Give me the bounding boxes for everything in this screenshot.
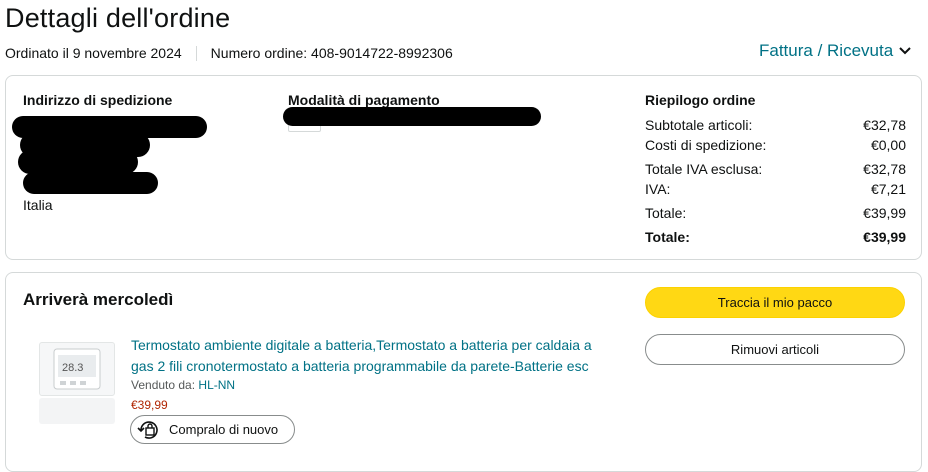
summary-total-row: Totale: €39,99 xyxy=(645,229,906,245)
summary-value: €32,78 xyxy=(863,117,906,133)
invoice-link-label[interactable]: Fattura / Ricevuta xyxy=(759,41,893,61)
payment-heading: Modalità di pagamento xyxy=(288,92,440,108)
product-image-secondary xyxy=(39,398,115,424)
track-package-button[interactable]: Traccia il mio pacco xyxy=(645,287,905,318)
summary-heading: Riepilogo ordine xyxy=(645,92,756,108)
product-price: €39,99 xyxy=(131,398,168,412)
thermostat-icon: 28.3 xyxy=(53,348,101,390)
page-title: Dettagli dell'ordine xyxy=(5,3,231,33)
summary-value: €0,00 xyxy=(870,137,906,153)
buy-again-label[interactable]: Compralo di nuovo xyxy=(169,422,278,437)
summary-label: Subtotale articoli: xyxy=(645,117,753,133)
invoice-link[interactable]: Fattura / Ricevuta xyxy=(759,41,911,61)
summary-label: Totale: xyxy=(645,205,687,221)
order-meta: Ordinato il 9 novembre 2024 Numero ordin… xyxy=(5,45,453,61)
shipping-country: Italia xyxy=(23,197,53,213)
redacted-address-line xyxy=(23,172,158,194)
summary-row: Costi di spedizione: €0,00 xyxy=(645,137,906,153)
chevron-down-icon[interactable] xyxy=(899,47,911,55)
seller-link[interactable]: HL-NN xyxy=(198,378,235,392)
buy-again-button[interactable]: Compralo di nuovo xyxy=(130,415,295,444)
product-title-link[interactable]: Termostato ambiente digitale a batteria,… xyxy=(131,335,616,377)
buy-again-icon xyxy=(137,420,158,439)
order-date: Ordinato il 9 novembre 2024 xyxy=(5,45,182,61)
divider xyxy=(195,45,197,61)
remove-items-button[interactable]: Rimuovi articoli xyxy=(645,334,905,365)
redacted-address-line xyxy=(18,150,138,174)
summary-value: €39,99 xyxy=(863,205,906,221)
shipping-heading: Indirizzo di spedizione xyxy=(23,92,173,108)
summary-label: IVA: xyxy=(645,181,671,197)
summary-label: Totale IVA esclusa: xyxy=(645,161,763,177)
summary-value: €32,78 xyxy=(863,161,906,177)
delivery-heading: Arriverà mercoledì xyxy=(23,290,174,309)
sold-by-label: Venduto da: xyxy=(131,378,196,392)
order-number: Numero ordine: 408-9014722-8992306 xyxy=(210,45,453,61)
summary-row: Totale: €39,99 xyxy=(645,205,906,221)
redacted-payment xyxy=(283,107,541,126)
summary-label: Costi di spedizione: xyxy=(645,137,767,153)
summary-row: Subtotale articoli: €32,78 xyxy=(645,117,906,133)
svg-text:28.3: 28.3 xyxy=(62,362,83,374)
summary-row: IVA: €7,21 xyxy=(645,181,906,197)
product-image[interactable]: 28.3 xyxy=(39,342,115,396)
sold-by: Venduto da: HL-NN xyxy=(131,378,235,392)
summary-value: €7,21 xyxy=(870,181,906,197)
summary-label: Totale: xyxy=(645,229,690,245)
summary-value: €39,99 xyxy=(863,229,906,245)
summary-row: Totale IVA esclusa: €32,78 xyxy=(645,161,906,177)
